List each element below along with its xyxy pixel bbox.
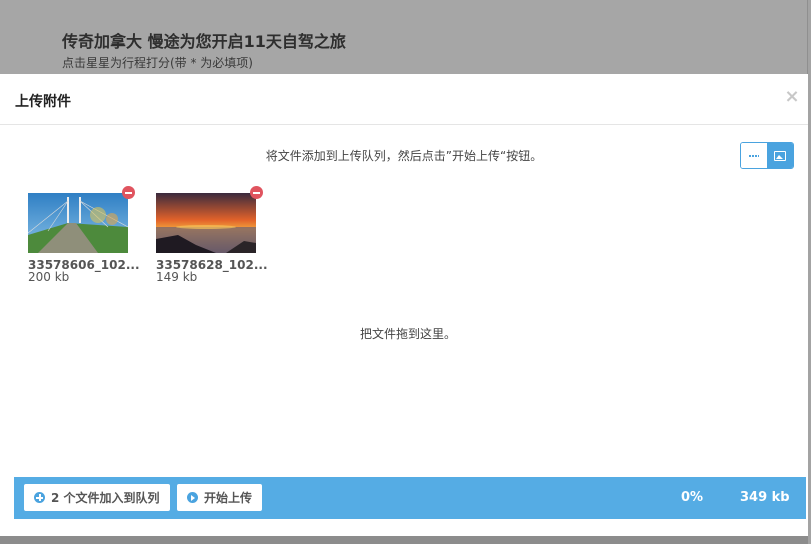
- file-size: 200 kb: [28, 270, 70, 284]
- start-upload-label: 开始上传: [204, 491, 253, 505]
- file-item: 33578628_102... 149 kb: [156, 186, 268, 286]
- rating-hint: 点击星星为行程打分(带 * 为必填项): [62, 56, 253, 70]
- trip-title: 传奇加拿大 慢途为您开启11天自驾之旅: [62, 32, 346, 51]
- remove-file-icon[interactable]: [250, 186, 263, 199]
- remove-file-icon[interactable]: [122, 186, 135, 199]
- thumbnail-view-button[interactable]: [767, 143, 793, 168]
- add-files-button[interactable]: 2 个文件加入到队列: [24, 484, 170, 511]
- dialog-header: 上传附件 ×: [0, 74, 808, 125]
- arrow-right-circle-icon: [187, 492, 198, 503]
- upload-dialog: 上传附件 × 将文件添加到上传队列，然后点击”开始上传“按钮。 33578606…: [0, 74, 808, 536]
- thumbnail-view-icon: [774, 150, 786, 161]
- upload-footer-bar: 2 个文件加入到队列 开始上传 0% 349 kb: [14, 477, 806, 519]
- upload-instructions: 将文件添加到上传队列，然后点击”开始上传“按钮。: [265, 149, 543, 163]
- close-icon[interactable]: ×: [784, 88, 800, 106]
- dialog-title: 上传附件: [15, 94, 71, 110]
- bridge-photo: [28, 193, 128, 253]
- file-queue: 33578606_102... 200 kb 33578628_102... 1…: [0, 186, 808, 341]
- start-upload-button[interactable]: 开始上传: [177, 484, 263, 511]
- view-mode-toggle: [740, 142, 794, 169]
- total-file-size: 349 kb: [740, 490, 790, 505]
- file-item: 33578606_102... 200 kb: [28, 186, 140, 286]
- background-footer-strip: [0, 536, 808, 544]
- add-circle-icon: [34, 492, 45, 503]
- file-size: 149 kb: [156, 270, 198, 284]
- upload-progress-percent: 0%: [681, 490, 704, 505]
- add-files-label: 2 个文件加入到队列: [51, 491, 160, 505]
- sunset-photo: [156, 193, 256, 253]
- file-thumbnail: [156, 193, 256, 253]
- list-view-icon: [749, 154, 759, 157]
- list-view-button[interactable]: [741, 143, 767, 168]
- drop-zone-hint[interactable]: 把文件拖到这里。: [0, 325, 811, 342]
- file-thumbnail: [28, 193, 128, 253]
